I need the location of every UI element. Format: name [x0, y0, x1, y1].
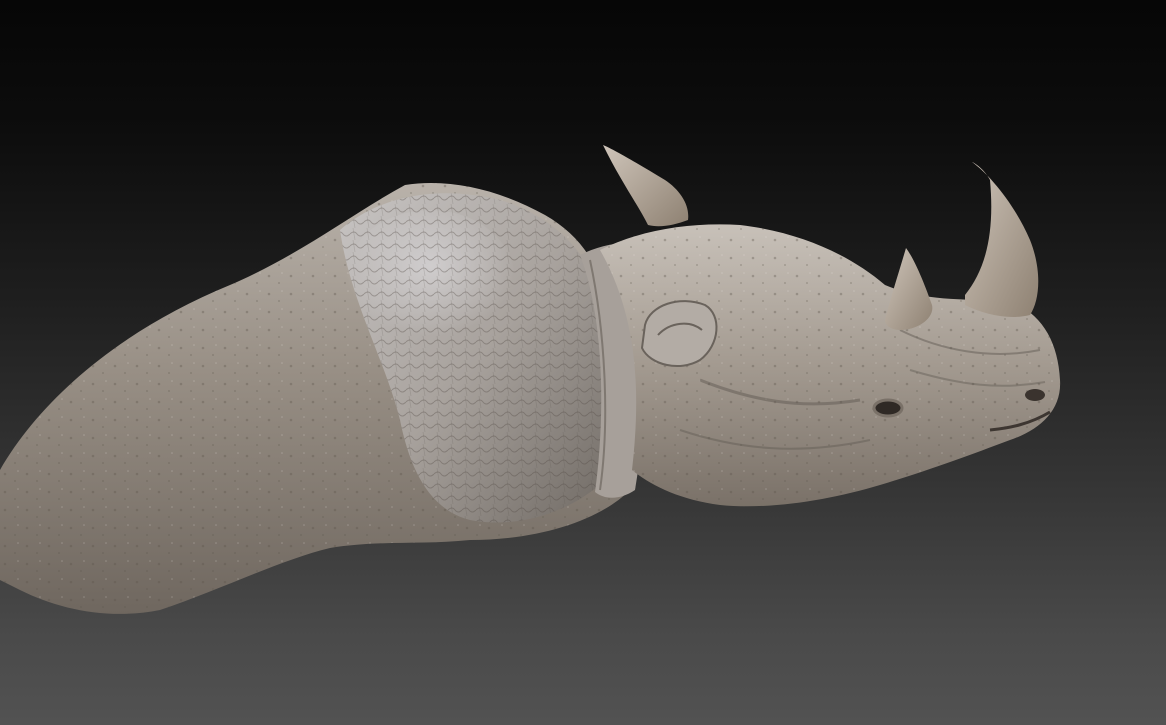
rhino-crest — [603, 145, 689, 227]
3d-viewport[interactable] — [0, 0, 1166, 725]
rhino-nostril — [1025, 389, 1045, 401]
sculpt-model-layer[interactable] — [0, 0, 1166, 725]
rhino-model-render[interactable] — [0, 0, 1166, 725]
rhino-eye — [872, 398, 904, 418]
rhino-front-horn — [965, 162, 1039, 317]
rhino-ear — [640, 300, 718, 367]
